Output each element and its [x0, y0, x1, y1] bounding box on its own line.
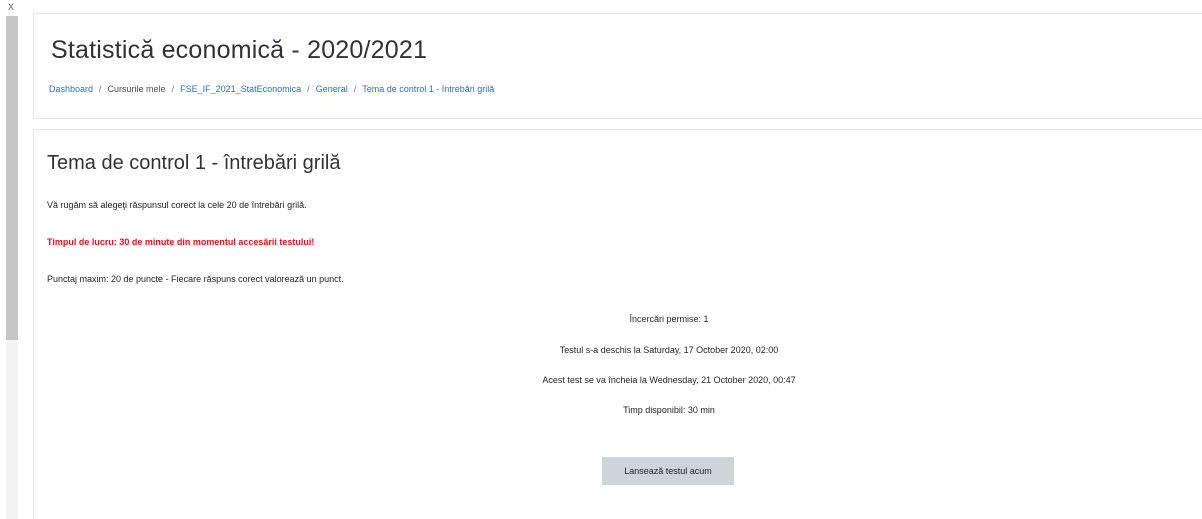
quiz-max-score: Punctaj maxim: 20 de puncte - Fiecare ră… — [47, 274, 344, 284]
breadcrumb-my-courses: Cursurile mele — [107, 84, 166, 94]
time-limit: Timp disponibil: 30 min — [623, 405, 715, 415]
quiz-open-date: Testul s-a deschis la Saturday, 17 Octob… — [559, 345, 779, 355]
course-title: Statistică economică - 2020/2021 — [51, 36, 428, 64]
quiz-close-date: Acest test se va încheia la Wednesday, 2… — [542, 375, 796, 385]
quiz-title: Tema de control 1 - întrebări grilă — [47, 152, 341, 174]
quiz-page: x Statistică economică - 2020/2021 Dashb… — [0, 0, 1202, 519]
breadcrumb-general[interactable]: General — [316, 84, 348, 94]
attempts-allowed: Încercări permise: 1 — [629, 314, 709, 324]
collapse-drawer-icon[interactable]: x — [8, 0, 14, 12]
breadcrumb-separator: / — [307, 84, 310, 94]
quiz-time-warning: Timpul de lucru: 30 de minute din moment… — [47, 237, 315, 247]
page-header: Statistică economică - 2020/2021 Dashboa… — [33, 13, 1202, 119]
scrollbar-thumb[interactable] — [6, 16, 18, 340]
breadcrumb-separator: / — [99, 84, 102, 94]
start-attempt-button[interactable]: Lansează testul acum — [602, 457, 734, 485]
breadcrumb-separator: / — [171, 84, 175, 94]
breadcrumb-separator: / — [353, 84, 357, 94]
quiz-instructions: Vă rugăm să alegeţi răspunsul corect la … — [47, 200, 307, 210]
breadcrumb-quiz[interactable]: Tema de control 1 - întrebări grilă — [362, 84, 494, 94]
breadcrumb-course[interactable]: FSE_IF_2021_StatEconomica — [180, 84, 301, 94]
quiz-content: Tema de control 1 - întrebări grilă Vă r… — [33, 129, 1202, 519]
breadcrumb-dashboard[interactable]: Dashboard — [49, 84, 93, 94]
breadcrumb: Dashboard / Cursurile mele / FSE_IF_2021… — [49, 84, 494, 94]
